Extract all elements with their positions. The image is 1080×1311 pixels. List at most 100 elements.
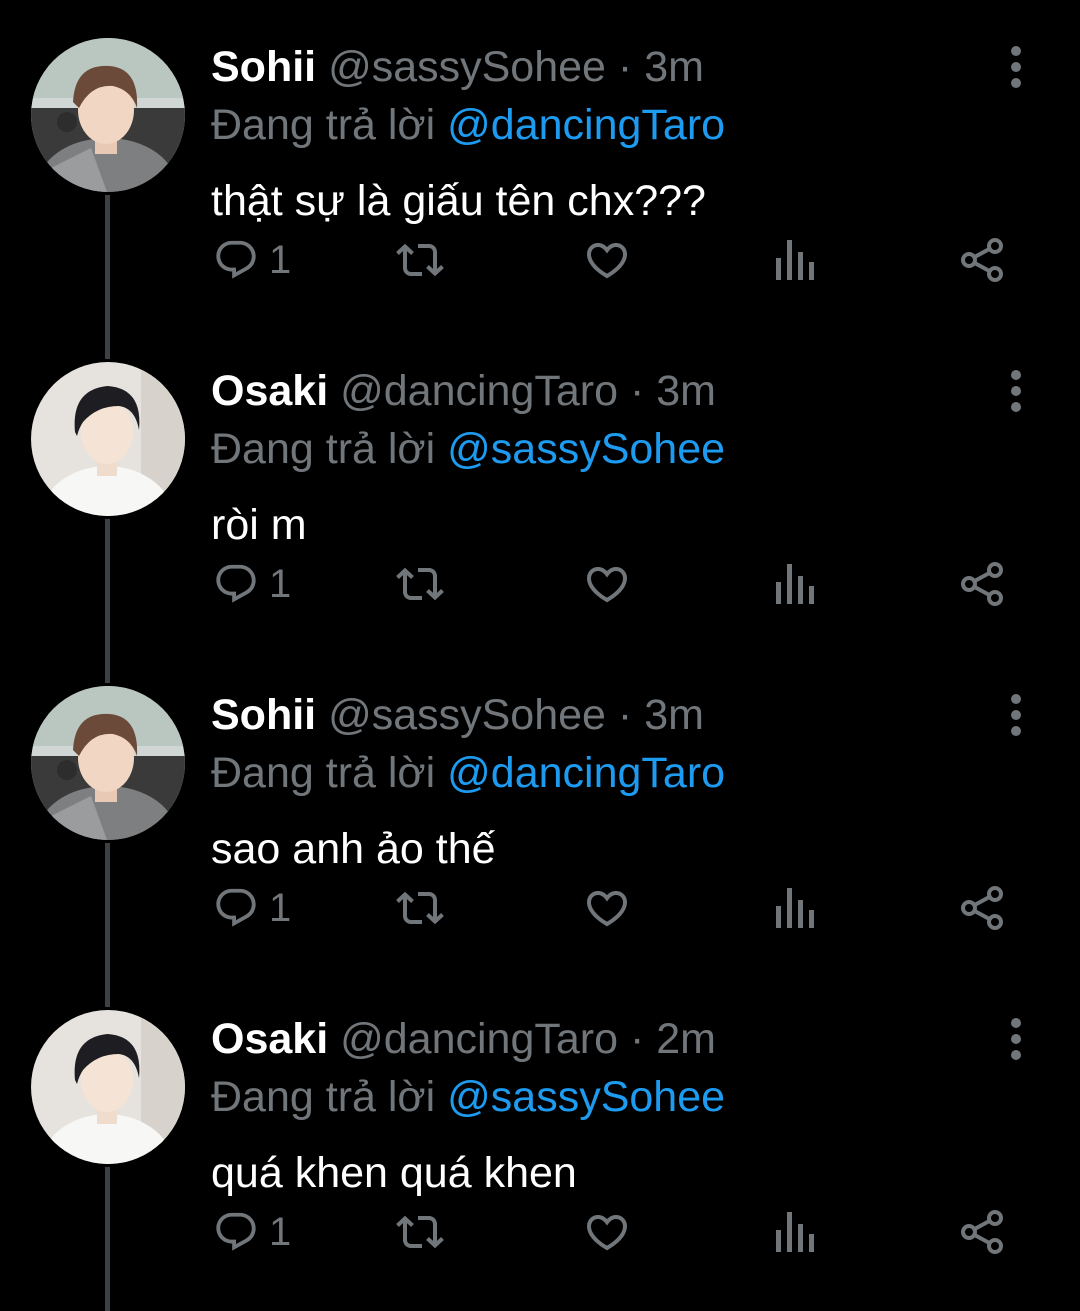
display-name[interactable]: Osaki — [211, 1015, 328, 1063]
tweet-header: Sohii @sassySohee · 3m — [211, 686, 990, 744]
like-icon — [586, 567, 628, 603]
tweet-content: Sohii @sassySohee · 3m Đang trả lời @dan… — [211, 38, 990, 230]
mention-link[interactable]: @sassySohee — [447, 425, 725, 473]
reply-icon — [216, 564, 256, 603]
tweet-actions: 1 — [211, 556, 1031, 612]
tweet-text: quá khen quá khen — [211, 1149, 577, 1197]
share-button[interactable] — [959, 232, 1007, 288]
analytics-button[interactable] — [774, 556, 818, 612]
retweet-icon — [396, 1215, 444, 1249]
share-icon — [961, 886, 1003, 930]
retweet-icon — [396, 891, 444, 925]
more-vertical-icon — [1011, 694, 1021, 736]
tweet[interactable]: Sohii @sassySohee · 3m Đang trả lời @dan… — [0, 0, 1080, 324]
analytics-button[interactable] — [774, 232, 818, 288]
tweet-actions: 1 — [211, 880, 1031, 936]
analytics-icon — [776, 1212, 814, 1252]
display-name[interactable]: Sohii — [211, 691, 316, 739]
mention-link[interactable]: @dancingTaro — [447, 101, 725, 149]
timestamp[interactable]: 3m — [656, 367, 716, 415]
reply-button[interactable]: 1 — [213, 880, 291, 936]
retweet-icon — [396, 243, 444, 277]
tweet-content: Osaki @dancingTaro · 2m Đang trả lời @sa… — [211, 1010, 990, 1202]
like-icon — [586, 1215, 628, 1251]
reply-count: 1 — [269, 561, 292, 606]
like-button[interactable] — [583, 1204, 631, 1260]
like-button[interactable] — [583, 232, 631, 288]
more-vertical-icon — [1011, 370, 1021, 412]
like-icon — [586, 243, 628, 279]
retweet-button[interactable] — [396, 880, 444, 936]
like-icon — [586, 891, 628, 927]
more-options-button[interactable] — [996, 1014, 1036, 1064]
timestamp[interactable]: 3m — [644, 691, 704, 739]
share-icon — [961, 1210, 1003, 1254]
mention-link[interactable]: @sassySohee — [447, 1073, 725, 1121]
avatar[interactable] — [31, 38, 185, 192]
replying-to-line: Đang trả lời @sassySohee — [211, 420, 990, 478]
replying-to-label: Đang trả lời — [211, 749, 436, 797]
user-handle[interactable]: @sassySohee — [328, 43, 606, 91]
reply-button[interactable]: 1 — [213, 1204, 291, 1260]
share-button[interactable] — [959, 880, 1007, 936]
tweet[interactable]: Sohii @sassySohee · 3m Đang trả lời @dan… — [0, 648, 1080, 972]
replying-to-label: Đang trả lời — [211, 1073, 436, 1121]
replying-to-line: Đang trả lời @dancingTaro — [211, 744, 990, 802]
retweet-button[interactable] — [396, 232, 444, 288]
tweet-content: Osaki @dancingTaro · 3m Đang trả lời @sa… — [211, 362, 990, 554]
tweet[interactable]: Osaki @dancingTaro · 2m Đang trả lời @sa… — [0, 972, 1080, 1296]
tweet-text: thật sự là giấu tên chx??? — [211, 177, 706, 225]
analytics-icon — [776, 240, 814, 280]
reply-icon — [216, 888, 256, 927]
user-handle[interactable]: @dancingTaro — [340, 367, 618, 415]
avatar-sohii-photo — [31, 686, 185, 840]
timestamp[interactable]: 2m — [656, 1015, 716, 1063]
analytics-button[interactable] — [774, 1204, 818, 1260]
share-icon — [961, 238, 1003, 282]
reply-button[interactable]: 1 — [213, 232, 291, 288]
share-button[interactable] — [959, 1204, 1007, 1260]
share-button[interactable] — [959, 556, 1007, 612]
mention-link[interactable]: @dancingTaro — [447, 749, 725, 797]
more-options-button[interactable] — [996, 366, 1036, 416]
separator-dot: · — [617, 43, 633, 91]
reply-icon — [216, 240, 256, 279]
timestamp[interactable]: 3m — [644, 43, 704, 91]
avatar-osaki-photo — [31, 1010, 185, 1164]
analytics-icon — [776, 564, 814, 604]
user-handle[interactable]: @dancingTaro — [340, 1015, 618, 1063]
display-name[interactable]: Osaki — [211, 367, 328, 415]
reply-button[interactable]: 1 — [213, 556, 291, 612]
avatar[interactable] — [31, 686, 185, 840]
more-options-button[interactable] — [996, 690, 1036, 740]
tweet-header: Sohii @sassySohee · 3m — [211, 38, 990, 96]
avatar[interactable] — [31, 362, 185, 516]
reply-count: 1 — [269, 885, 292, 930]
more-options-button[interactable] — [996, 42, 1036, 92]
display-name[interactable]: Sohii — [211, 43, 316, 91]
retweet-icon — [396, 567, 444, 601]
avatar-osaki-photo — [31, 362, 185, 516]
replying-to-line: Đang trả lời @sassySohee — [211, 1068, 990, 1126]
share-icon — [961, 562, 1003, 606]
tweet-text: ròi m — [211, 501, 307, 549]
retweet-button[interactable] — [396, 556, 444, 612]
more-vertical-icon — [1011, 46, 1021, 88]
like-button[interactable] — [583, 880, 631, 936]
replying-to-label: Đang trả lời — [211, 425, 436, 473]
tweet-text: sao anh ảo thế — [211, 825, 496, 873]
tweet-content: Sohii @sassySohee · 3m Đang trả lời @dan… — [211, 686, 990, 878]
analytics-button[interactable] — [774, 880, 818, 936]
user-handle[interactable]: @sassySohee — [328, 691, 606, 739]
retweet-button[interactable] — [396, 1204, 444, 1260]
tweet-actions: 1 — [211, 232, 1031, 288]
more-vertical-icon — [1011, 1018, 1021, 1060]
avatar[interactable] — [31, 1010, 185, 1164]
tweet[interactable]: Osaki @dancingTaro · 3m Đang trả lời @sa… — [0, 324, 1080, 648]
tweet-header: Osaki @dancingTaro · 2m — [211, 1010, 990, 1068]
reply-icon — [216, 1212, 256, 1251]
tweet-header: Osaki @dancingTaro · 3m — [211, 362, 990, 420]
avatar-sohii-photo — [31, 38, 185, 192]
like-button[interactable] — [583, 556, 631, 612]
separator-dot: · — [629, 367, 645, 415]
